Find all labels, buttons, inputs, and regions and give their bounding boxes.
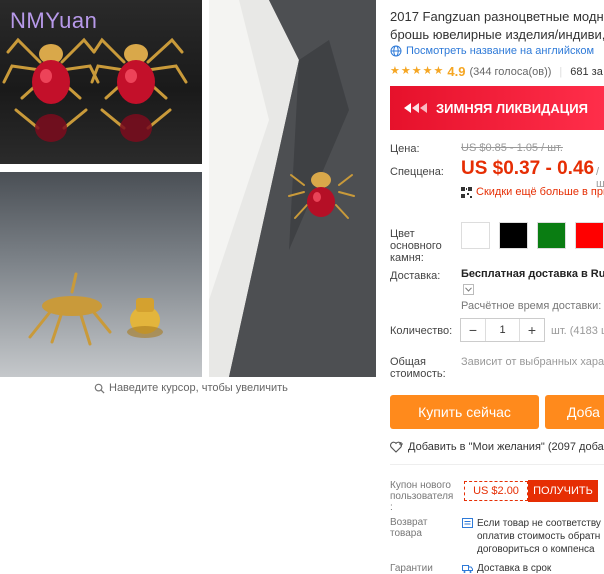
color-swatch-green[interactable] <box>537 222 566 249</box>
color-swatch-red[interactable] <box>575 222 604 249</box>
price-label: Цена: <box>390 143 420 155</box>
add-to-cart-button[interactable]: Доба <box>545 395 604 429</box>
shipping-estimate: Расчётное время доставки: 30 <box>461 300 604 312</box>
side-view-illustration <box>28 272 163 346</box>
zoom-hint-text: Наведите курсор, чтобы увеличить <box>109 382 288 394</box>
quantity-label: Количество: <box>390 325 453 337</box>
product-title: 2017 Fangzuan разноцветные модны брошь ю… <box>390 8 604 44</box>
heart-plus-icon <box>390 441 403 453</box>
return-policy-icon <box>462 518 473 528</box>
product-title-line-2: брошь ювелирные изделия/индиви, <box>390 27 604 42</box>
shipping-dropdown[interactable] <box>463 284 474 295</box>
total-note: Зависит от выбранных характ <box>461 356 604 368</box>
star-icon: ★ <box>400 65 411 77</box>
available-pieces: шт. (4183 ш <box>551 325 604 337</box>
coupon-value: US $2.00 <box>464 481 528 501</box>
delivery-truck-icon <box>462 565 473 573</box>
total-label-line-2: стоимость: <box>390 368 446 380</box>
sale-banner-text: ЗИМНЯЯ ЛИКВИДАЦИЯ <box>436 100 588 116</box>
total-label-line-1: Общая <box>390 356 426 368</box>
wishlist-text[interactable]: Добавить в "Мои желания" (2097 добавле <box>408 441 604 453</box>
star-icon: ★ <box>433 65 444 77</box>
total-label: Общая стоимость: <box>390 356 446 380</box>
guarantee-text: Доставка в срок <box>477 563 552 574</box>
app-promo-text[interactable]: Скидки ещё больше в прил <box>476 186 604 198</box>
product-image-side-view[interactable] <box>0 172 202 377</box>
orders-count: 681 за <box>570 65 603 78</box>
buy-now-button[interactable]: Купить сейчас <box>390 395 539 429</box>
product-title-line-1: 2017 Fangzuan разноцветные модны <box>390 9 604 24</box>
get-coupon-button[interactable]: ПОЛУЧИТЬ <box>528 480 598 502</box>
shipping-method: Бесплатная доставка в Russi <box>461 268 604 280</box>
globe-icon <box>390 45 402 57</box>
return-policy-line-2: оплатив стоимость обратн <box>477 531 601 542</box>
coupon-label-line-1: Купон нового <box>390 480 451 491</box>
translate-link-text[interactable]: Посмотреть название на английском <box>406 45 594 57</box>
star-icon: ★ <box>422 65 433 77</box>
add-to-wishlist-link[interactable]: Добавить в "Мои желания" (2097 добавле <box>390 441 604 453</box>
chevron-down-icon <box>465 287 472 292</box>
qr-code-icon <box>461 186 472 198</box>
return-label: Возврат товара <box>390 517 428 539</box>
shipping-label: Доставка: <box>390 270 441 282</box>
rating-votes-link[interactable]: (344 голоса(ов)) <box>469 66 551 78</box>
sale-price: US $0.37 - 0.46 <box>461 158 595 179</box>
quantity-input[interactable]: 1 <box>485 319 520 341</box>
quantity-stepper: − 1 + <box>460 318 545 342</box>
old-price: US $0.85 - 1.05 / шт. <box>461 142 563 154</box>
zoom-hint: Наведите курсор, чтобы увеличить <box>94 382 288 394</box>
divider: | <box>559 65 563 78</box>
brand-watermark: NMYuan <box>10 8 98 33</box>
sale-price-label: Спеццена: <box>390 166 444 178</box>
color-label: Цвет основного камня: <box>390 228 442 264</box>
star-icon: ★ <box>411 65 422 77</box>
rating-row: ★ ★ ★ ★ ★ 4.9 (344 голоса(ов)) | 681 за <box>390 64 603 79</box>
quantity-decrease-button[interactable]: − <box>461 319 485 341</box>
color-label-line-1: Цвет <box>390 228 415 240</box>
app-discount-promo[interactable]: Скидки ещё больше в прил <box>461 186 604 198</box>
quantity-increase-button[interactable]: + <box>520 319 544 341</box>
product-image-on-suit[interactable] <box>209 0 376 377</box>
guarantee-label: Гарантии <box>390 563 433 574</box>
coupon-label: Купон нового пользователя : <box>390 480 453 513</box>
return-label-line-2: товара <box>390 528 422 539</box>
color-label-line-3: камня: <box>390 252 424 264</box>
return-policy-line-3: договориться о компенса <box>477 544 595 555</box>
sale-banner[interactable]: ЗИМНЯЯ ЛИКВИДАЦИЯ <box>390 86 604 130</box>
return-policy-text: Если товар не соответству оплатив стоимо… <box>477 517 601 556</box>
color-swatch-white[interactable] <box>461 222 490 249</box>
section-divider <box>390 464 604 465</box>
sale-arrows-icon <box>404 103 427 113</box>
rating-stars[interactable]: ★ ★ ★ ★ ★ <box>390 66 443 77</box>
color-swatch-black[interactable] <box>499 222 528 249</box>
coupon-label-line-2: пользователя <box>390 491 454 502</box>
star-icon: ★ <box>390 65 400 77</box>
return-label-line-1: Возврат <box>390 517 428 528</box>
return-policy-line-1: Если товар не соответству <box>477 518 601 529</box>
translate-title-link[interactable]: Посмотреть название на английском <box>390 45 594 57</box>
product-image-earrings[interactable]: NMYuan <box>0 0 202 164</box>
coupon-label-line-3: : <box>390 502 393 513</box>
suit-illustration <box>209 0 376 377</box>
magnifier-icon <box>94 383 105 394</box>
rating-value: 4.9 <box>447 64 466 79</box>
color-label-line-2: основного <box>390 240 442 252</box>
